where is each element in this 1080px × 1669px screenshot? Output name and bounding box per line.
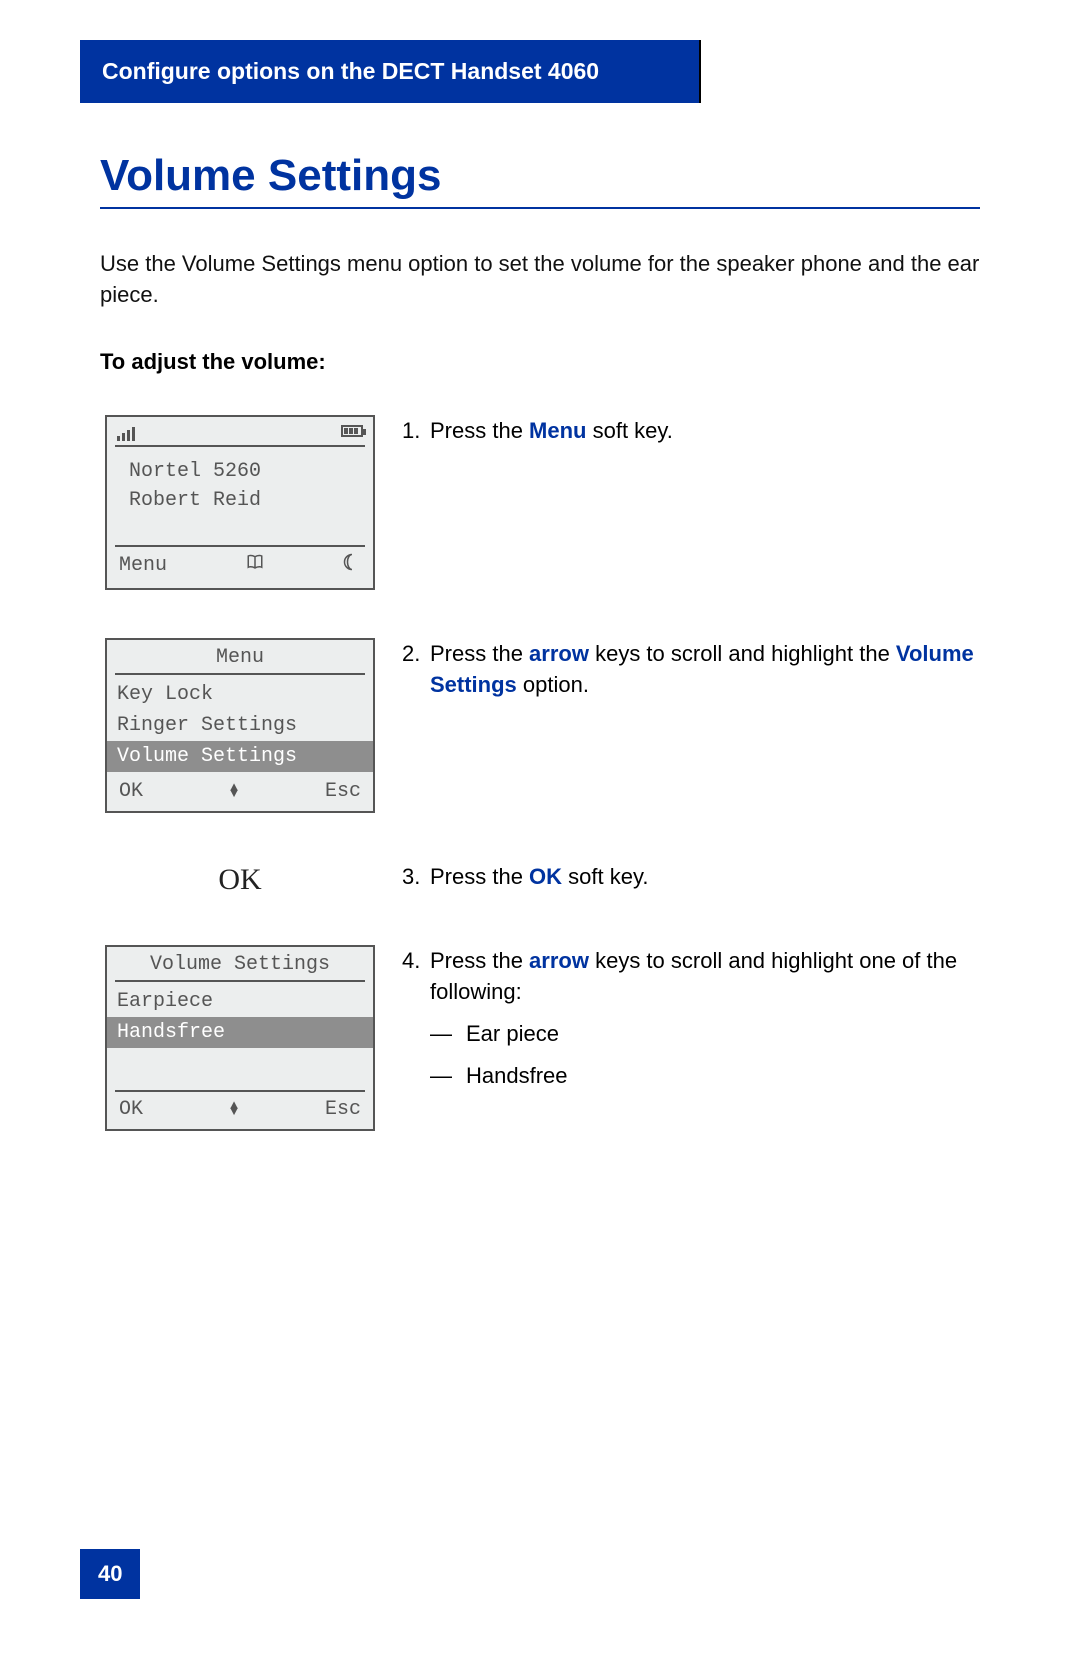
procedure-heading: To adjust the volume: — [100, 349, 980, 375]
up-down-arrows-icon[interactable]: ▲▼ — [230, 785, 238, 798]
key-ref: arrow — [529, 641, 589, 666]
step-number: 2. — [402, 638, 430, 702]
step-number: 3. — [402, 861, 430, 893]
menu-item[interactable]: Key Lock — [107, 679, 373, 710]
softkey-left[interactable]: OK — [119, 780, 143, 803]
intro-text: Use the Volume Settings menu option to s… — [100, 249, 980, 311]
step-text: Press the arrow keys to scroll and highl… — [430, 638, 980, 702]
menu-item-selected[interactable]: Handsfree — [107, 1017, 373, 1048]
up-down-arrows-icon[interactable]: ▲▼ — [230, 1103, 238, 1116]
menu-item-selected[interactable]: Volume Settings — [107, 741, 373, 772]
phonebook-icon[interactable] — [167, 553, 343, 578]
dash: — — [430, 1060, 452, 1092]
screen-line: Nortel 5260 — [129, 457, 359, 486]
step-number: 4. — [402, 945, 430, 1093]
step-number: 1. — [402, 415, 430, 447]
list-item: Ear piece — [466, 1018, 559, 1050]
screen-line: Robert Reid — [129, 486, 359, 515]
step-text: Press the arrow keys to scroll and highl… — [430, 945, 980, 1093]
screen-title: Volume Settings — [107, 947, 373, 980]
handset-screen-volume: Volume Settings Earpiece Handsfree OK ▲▼… — [105, 945, 375, 1131]
softkey-ref: Menu — [529, 418, 586, 443]
softkey-left[interactable]: OK — [119, 1098, 143, 1121]
softkey-right[interactable]: Esc — [325, 1098, 361, 1121]
handset-screen-idle: Nortel 5260 Robert Reid Menu — [105, 415, 375, 590]
key-ref: arrow — [529, 948, 589, 973]
list-item: Handsfree — [466, 1060, 568, 1092]
menu-item[interactable]: Earpiece — [107, 986, 373, 1017]
step-text: Press the Menu soft key. — [430, 415, 980, 447]
signal-icon — [117, 425, 135, 441]
ok-key-graphic: OK — [105, 861, 375, 897]
softkey-left[interactable]: Menu — [119, 554, 167, 577]
step-text: Press the OK soft key. — [430, 861, 980, 893]
redial-icon[interactable] — [343, 553, 361, 578]
screen-title: Menu — [107, 640, 373, 673]
handset-screen-menu: Menu Key Lock Ringer Settings Volume Set… — [105, 638, 375, 813]
page-number: 40 — [80, 1549, 140, 1599]
softkey-ref: OK — [529, 864, 562, 889]
battery-icon — [341, 425, 363, 437]
softkey-right[interactable]: Esc — [325, 780, 361, 803]
dash: — — [430, 1018, 452, 1050]
menu-item[interactable]: Ringer Settings — [107, 710, 373, 741]
page-title: Volume Settings — [100, 151, 980, 209]
chapter-header: Configure options on the DECT Handset 40… — [80, 40, 700, 103]
